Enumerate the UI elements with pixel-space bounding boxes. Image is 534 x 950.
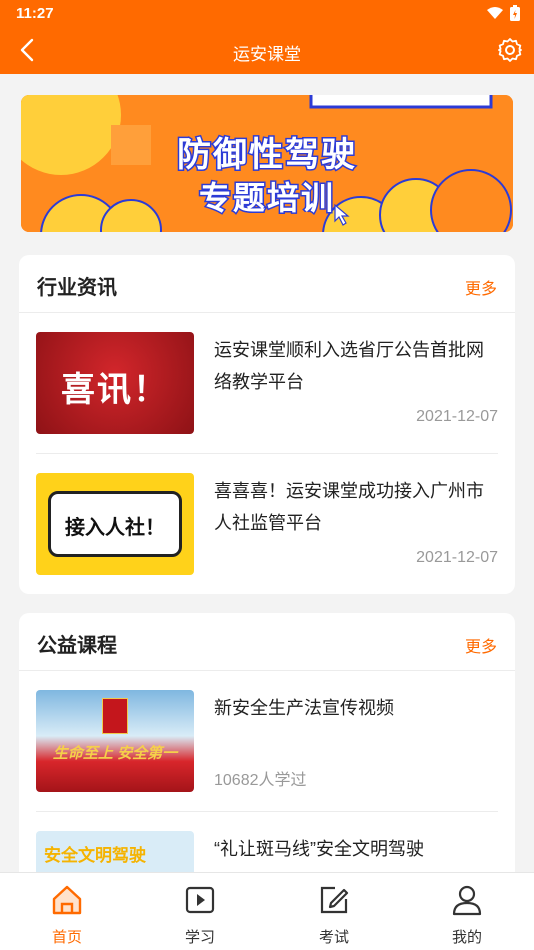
course-thumbnail-text: 生命至上 安全第一 [52, 745, 178, 762]
news-item[interactable]: 接入人社！ 喜喜喜！运安课堂成功接入广州市人社监管平台 2021-12-07 [36, 473, 498, 577]
tab-exam[interactable]: 考试 [294, 883, 374, 947]
home-icon [52, 885, 82, 915]
course-learners-count: 10682人学过 [214, 772, 307, 789]
news-item-title: 运安课堂顺利入选省厅公告首批网络教学平台 [214, 340, 484, 392]
status-time: 11:27 [16, 5, 54, 22]
news-thumbnail-text: 喜讯！ [61, 371, 169, 409]
course-item-title: 新安全生产法宣传视频 [214, 698, 394, 718]
divider [36, 453, 498, 454]
news-thumbnail: 喜讯！ [36, 332, 194, 434]
news-thumbnail-text: 接入人社！ [65, 517, 165, 539]
news-more-link[interactable]: 更多 [465, 275, 497, 299]
system-icons [486, 5, 520, 21]
tab-label: 考试 [318, 929, 349, 946]
courses-card-header: 公益课程 更多 [19, 613, 515, 671]
tab-label: 学习 [184, 929, 215, 946]
user-icon [452, 885, 482, 916]
tab-mine[interactable]: 我的 [427, 883, 507, 947]
tab-label: 首页 [51, 929, 82, 946]
news-item-title: 喜喜喜！运安课堂成功接入广州市人社监管平台 [214, 481, 484, 533]
news-card-header: 行业资讯 更多 [19, 255, 515, 313]
course-thumbnail-text: 安全文明驾驶 [44, 846, 146, 865]
courses-card: 公益课程 更多 生命至上 安全第一 新安全生产法宣传视频 10682人学过 安全… [19, 613, 515, 933]
battery-icon [510, 5, 520, 21]
divider [36, 811, 498, 812]
course-item-title: “礼让斑马线”安全文明驾驶 [214, 839, 424, 859]
news-item-date: 2021-12-07 [416, 549, 498, 566]
bottom-tab-bar: 首页 学习 考试 我的 [0, 872, 534, 950]
promo-banner[interactable]: 防御性驾驶 专题培训 [21, 95, 513, 232]
settings-gear-icon[interactable] [496, 36, 524, 64]
play-icon [185, 886, 215, 914]
course-item[interactable]: 生命至上 安全第一 新安全生产法宣传视频 10682人学过 [36, 690, 498, 794]
news-section-title: 行业资讯 [37, 277, 117, 299]
banner-title-line2: 专题培训 [197, 179, 335, 218]
thumbnail-book [102, 698, 128, 734]
tab-study[interactable]: 学习 [160, 883, 240, 947]
news-item-date: 2021-12-07 [416, 408, 498, 425]
page-title: 运安课堂 [233, 45, 301, 64]
course-thumbnail: 生命至上 安全第一 [36, 690, 194, 792]
status-bar: 11:27 [0, 0, 534, 26]
edit-icon [320, 886, 349, 914]
wifi-icon [487, 7, 503, 19]
app-bar: 运安课堂 [0, 26, 534, 74]
courses-section-title: 公益课程 [37, 635, 117, 657]
courses-more-link[interactable]: 更多 [465, 633, 497, 657]
news-item[interactable]: 喜讯！ 运安课堂顺利入选省厅公告首批网络教学平台 2021-12-07 [36, 332, 498, 436]
tab-home[interactable]: 首页 [27, 883, 107, 947]
news-thumbnail: 接入人社！ [36, 473, 194, 575]
tab-label: 我的 [451, 929, 482, 946]
banner-title-line1: 防御性驾驶 [176, 135, 357, 176]
news-card: 行业资讯 更多 喜讯！ 运安课堂顺利入选省厅公告首批网络教学平台 2021-12… [19, 255, 515, 594]
